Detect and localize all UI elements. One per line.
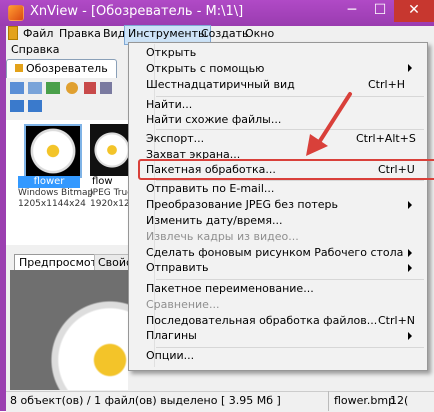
- status-extra: 12(: [390, 394, 409, 407]
- menu-item-send-to[interactable]: Отправить: [146, 259, 209, 277]
- flower-image: [30, 128, 76, 174]
- submenu-arrow-icon: [408, 64, 412, 72]
- status-filename: flower.bmp: [334, 394, 396, 407]
- menu-edit[interactable]: Правка: [56, 26, 104, 44]
- red-arrow-icon: [306, 92, 352, 156]
- menu-item-plugins[interactable]: Плагины: [146, 327, 197, 345]
- thumbnail-type: Windows Bitmap: [18, 188, 94, 198]
- menu-item-find-similar[interactable]: Найти схожие файлы...: [146, 111, 281, 129]
- fullscreen-icon[interactable]: [46, 82, 60, 94]
- xnview-app-icon: [8, 5, 24, 21]
- folder-icon: [15, 64, 23, 72]
- submenu-arrow-icon: [408, 201, 412, 209]
- flower-image: [94, 132, 130, 168]
- thumbnail-image[interactable]: [24, 124, 82, 178]
- submenu-arrow-icon: [408, 264, 412, 272]
- thumbnail-image[interactable]: [90, 124, 130, 176]
- menu-help[interactable]: Справка: [8, 42, 62, 60]
- menu-separator: [156, 96, 424, 97]
- shortcut-export: Ctrl+Alt+S: [356, 132, 416, 145]
- thumbnails-icon[interactable]: [10, 100, 24, 112]
- folder-icon: [8, 26, 18, 40]
- print-icon[interactable]: [100, 82, 112, 94]
- status-separator: [328, 391, 329, 411]
- menu-item-options[interactable]: Опции...: [146, 347, 194, 365]
- list-icon[interactable]: [28, 100, 42, 112]
- delete-icon[interactable]: [84, 82, 96, 94]
- minimize-button[interactable]: ─: [338, 0, 366, 22]
- browse-icon[interactable]: [10, 82, 24, 94]
- thumbnail-name[interactable]: flow: [92, 176, 113, 187]
- menu-item-hex-view[interactable]: Шестнадцатиричный вид: [146, 76, 295, 94]
- refresh-icon[interactable]: [66, 82, 78, 94]
- tab-browser-label: Обозреватель: [26, 62, 108, 75]
- tab-browser[interactable]: Обозреватель: [6, 59, 117, 78]
- thumbnail-size: 1920x12: [90, 199, 130, 209]
- close-button[interactable]: ✕: [394, 0, 434, 22]
- menu-separator: [156, 347, 424, 348]
- shortcut-hex-view: Ctrl+H: [368, 78, 406, 91]
- status-text: 8 объект(ов) / 1 файл(ов) выделено [ 3.9…: [10, 394, 281, 407]
- submenu-arrow-icon: [408, 249, 412, 257]
- view-icon[interactable]: [28, 82, 42, 94]
- flower-image: [50, 300, 128, 390]
- submenu-arrow-icon: [408, 332, 412, 340]
- thumbnail-name[interactable]: flower: [18, 176, 80, 188]
- window-title: XnView - [Обозреватель - M:\1\]: [30, 4, 244, 19]
- preview-pane: [10, 270, 128, 390]
- thumbnail-size: 1205x1144x24: [18, 199, 86, 209]
- thumbnail-type: JPEG True: [90, 188, 133, 198]
- highlight-box: [138, 159, 434, 180]
- shortcut-sequential: Ctrl+N: [378, 314, 416, 327]
- maximize-button[interactable]: ☐: [366, 0, 394, 22]
